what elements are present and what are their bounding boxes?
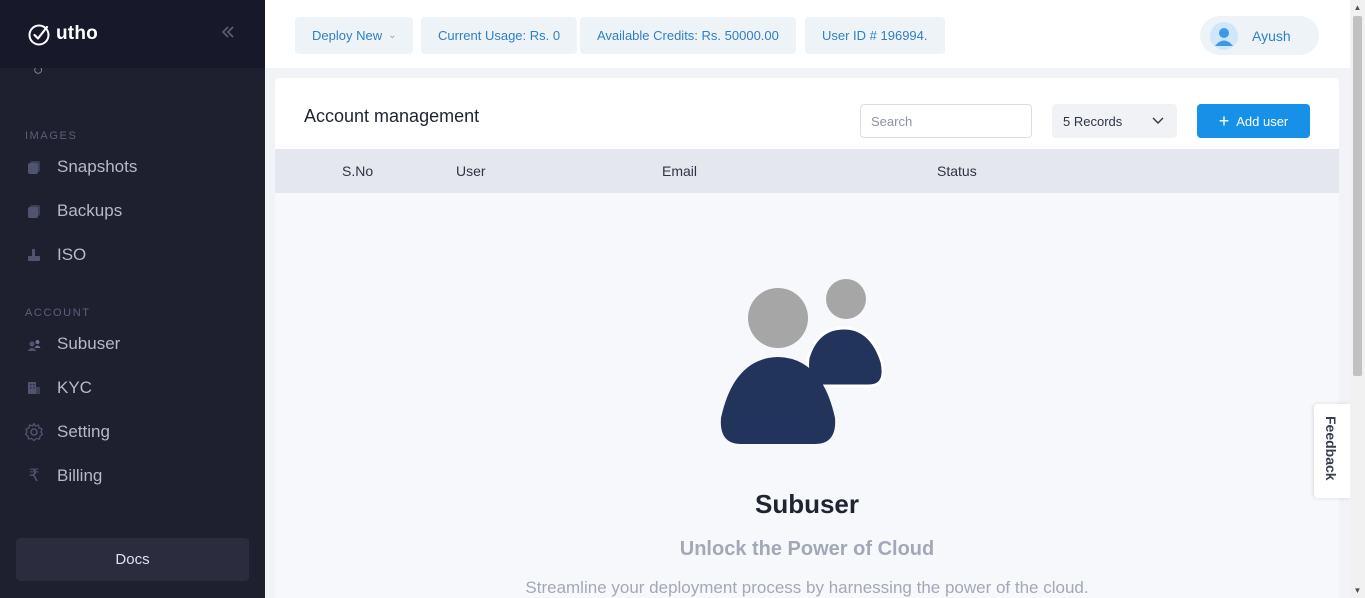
plus-icon: +	[1218, 111, 1230, 131]
scroll-thumb[interactable]	[1353, 16, 1362, 376]
chevron-down-icon: ⌄	[388, 30, 397, 41]
backup-icon	[24, 201, 44, 221]
scroll-up-icon[interactable]: ▲	[1353, 3, 1362, 12]
records-select[interactable]: 5 Records	[1052, 104, 1177, 138]
page-scrollbar[interactable]: ▲ ▼	[1350, 0, 1365, 598]
sidebar-item-label: Setting	[57, 422, 110, 441]
column-header-status: Status	[937, 163, 977, 179]
section-label-images: IMAGES	[25, 130, 78, 142]
sidebar-item-label: Subuser	[57, 334, 121, 353]
empty-state-title: Subuser	[754, 489, 860, 519]
gear-icon	[24, 422, 44, 442]
add-user-label: Add user	[1236, 113, 1289, 129]
rupee-icon: ₹	[28, 466, 40, 485]
add-user-button[interactable]: + Add user	[1197, 104, 1310, 138]
sidebar-item-setting[interactable]: Setting	[24, 416, 244, 448]
deploy-new-label: Deploy New	[312, 28, 383, 43]
logo-check-icon	[28, 24, 50, 46]
feedback-label: Feedback	[1323, 416, 1339, 481]
brand-name: utho	[56, 23, 98, 44]
user-id-chip: User ID # 196994.	[805, 17, 945, 54]
sidebar-item-partial[interactable]: ○	[25, 68, 245, 90]
snapshot-icon	[24, 157, 44, 177]
table-header: S.No User Email Status	[275, 149, 1339, 193]
records-value: 5 Records	[1063, 113, 1123, 129]
sidebar-item-subuser[interactable]: Subuser	[24, 328, 244, 360]
sidebar-item-label: Billing	[57, 466, 103, 485]
column-header-email: Email	[662, 163, 698, 179]
empty-state-subtitle: Unlock the Power of Cloud	[679, 538, 935, 560]
collapse-sidebar-icon[interactable]	[218, 24, 238, 44]
user-menu[interactable]: Ayush	[1200, 16, 1319, 55]
sidebar-item-kyc[interactable]: KYC	[24, 372, 244, 404]
subuser-icon	[24, 334, 44, 354]
card-header: Account management 5 Records + Add user	[275, 78, 1339, 149]
iso-icon	[24, 245, 44, 265]
sidebar-item-iso[interactable]: ISO	[24, 239, 244, 271]
section-label-account: ACCOUNT	[25, 307, 91, 319]
user-name: Ayush	[1252, 27, 1291, 44]
deploy-new-dropdown[interactable]: Deploy New ⌄	[295, 17, 414, 54]
sidebar: utho ○ IMAGES Snapshots Backups ISO ACCO…	[0, 0, 265, 598]
search-input[interactable]	[860, 104, 1032, 138]
available-credits-chip: Available Credits: Rs. 50000.00	[580, 17, 796, 54]
subuser-illustration	[720, 279, 885, 444]
feedback-tab[interactable]: Feedback	[1314, 404, 1350, 498]
account-management-card: Account management 5 Records + Add user …	[275, 78, 1339, 598]
column-header-sno: S.No	[342, 163, 374, 179]
column-header-user: User	[456, 163, 486, 179]
sidebar-item-label: KYC	[57, 378, 92, 397]
docs-button[interactable]: Docs	[16, 538, 249, 581]
sidebar-item-snapshots[interactable]: Snapshots	[24, 151, 244, 183]
empty-state-description: Streamline your deployment process by ha…	[525, 578, 1089, 597]
sidebar-item-label: Snapshots	[57, 157, 138, 176]
chevron-down-icon	[1152, 117, 1164, 124]
scroll-down-icon[interactable]: ▼	[1353, 586, 1362, 595]
kyc-icon	[24, 378, 44, 398]
sidebar-item-label: Backups	[57, 201, 123, 220]
sidebar-item-billing[interactable]: ₹ Billing	[24, 460, 244, 492]
utho-logo[interactable]: utho	[28, 22, 98, 46]
sidebar-item-label: ISO	[57, 245, 87, 264]
brand-bar: utho	[0, 0, 265, 68]
sidebar-item-backups[interactable]: Backups	[24, 195, 244, 227]
current-usage-chip: Current Usage: Rs. 0	[421, 17, 578, 54]
avatar	[1210, 21, 1238, 50]
topbar: Deploy New ⌄ Current Usage: Rs. 0 Availa…	[265, 3, 1350, 68]
page-title: Account management	[304, 106, 480, 126]
